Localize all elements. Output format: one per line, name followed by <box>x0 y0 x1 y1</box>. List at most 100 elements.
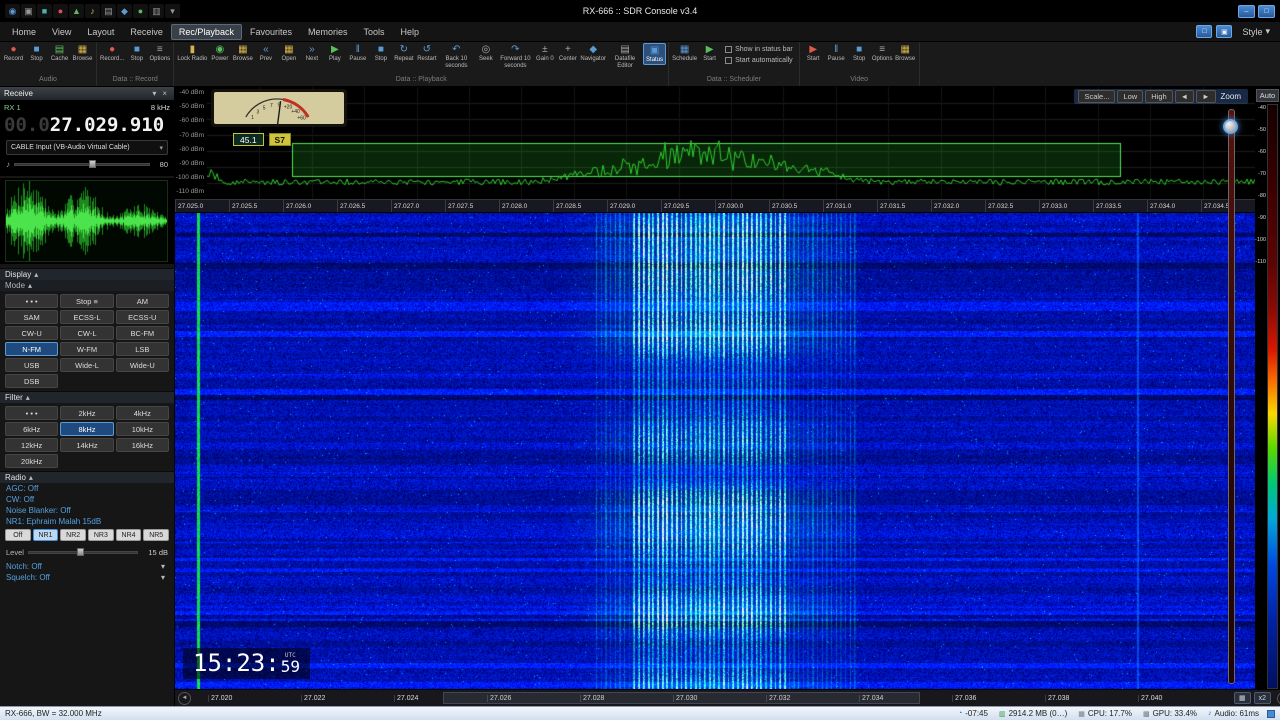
ribbon-button[interactable]: ● Record... <box>99 43 125 63</box>
mode-button[interactable]: USB <box>5 358 59 372</box>
grid-icon[interactable]: ▦ <box>1234 692 1251 704</box>
zoom-slider[interactable] <box>1222 109 1240 684</box>
spectrum-control-button[interactable]: Scale... <box>1078 90 1116 103</box>
layout-preset-icon[interactable]: □ <box>1196 25 1213 38</box>
filter-button[interactable]: 4kHz <box>115 406 169 420</box>
frequency-display[interactable]: 00.027.029.910 <box>4 113 170 137</box>
ribbon-button[interactable]: ▣ Status <box>643 43 667 65</box>
ribbon-button[interactable]: ▦ Browse <box>231 43 254 63</box>
filter-button[interactable]: 6kHz <box>5 422 59 436</box>
menu-tab[interactable]: Memories <box>300 24 356 40</box>
ribbon-button[interactable]: ■ Stop <box>848 43 871 63</box>
section-expand-icon[interactable]: ▴ <box>26 473 36 482</box>
ribbon-button[interactable]: ▦ Schedule <box>671 43 698 63</box>
filter-button[interactable]: 14kHz <box>60 438 114 452</box>
menu-tab[interactable]: Help <box>393 24 428 40</box>
zoom-slider-knob[interactable] <box>1223 119 1238 134</box>
squelch-link[interactable]: Squelch: Off ▾ <box>0 572 174 583</box>
menu-tab[interactable]: Tools <box>356 24 393 40</box>
speaker-icon[interactable]: ♪ <box>6 160 10 169</box>
scheduler-checkbox[interactable]: Start automatically <box>725 57 793 64</box>
ribbon-button[interactable]: ■ Stop <box>25 43 48 63</box>
style-button[interactable]: Style ▾ <box>1236 24 1276 39</box>
waterfall-scale-labels[interactable]: 27.020 27.022 27.024 27.026 27.028 27.030 27.0… <box>194 690 1231 706</box>
mode-button[interactable]: LSB <box>115 342 169 356</box>
ribbon-button[interactable]: ▦ Open <box>277 43 300 63</box>
mode-button[interactable]: DSB <box>5 374 59 388</box>
ribbon-button[interactable]: « Prev <box>254 43 277 63</box>
mode-button[interactable]: Wide-L <box>60 358 114 372</box>
volume-slider[interactable] <box>14 159 150 169</box>
radio-setting-link[interactable]: Noise Blanker: Off <box>0 505 174 516</box>
spectrum-control-button[interactable]: ◄ <box>1174 90 1195 103</box>
ribbon-button[interactable]: ▦ Browse <box>894 43 917 63</box>
quick-access-icon[interactable]: ● <box>53 4 68 18</box>
ribbon-button[interactable]: ↻ Repeat <box>392 43 415 63</box>
quick-access-icon[interactable]: ◆ <box>117 4 132 18</box>
ribbon-button[interactable]: + Center <box>556 43 579 63</box>
panel-collapse-icon[interactable]: ▾ <box>149 89 159 98</box>
window-control-button[interactable]: □ <box>1258 4 1275 18</box>
menu-tab[interactable]: View <box>44 24 79 40</box>
quick-access-icon[interactable]: ▾ <box>165 4 180 18</box>
filter-button[interactable]: 10kHz <box>115 422 169 436</box>
mode-section-header[interactable]: Mode ▴ <box>0 280 174 291</box>
spectrum-control-button[interactable]: Low <box>1117 90 1144 103</box>
quick-access-icon[interactable]: ▤ <box>101 4 116 18</box>
zoom-x2-button[interactable]: x2 <box>1253 692 1272 704</box>
ribbon-button[interactable]: ▤ Cache <box>48 43 71 63</box>
mode-button[interactable]: • • • <box>5 294 59 308</box>
ribbon-button[interactable]: ↶ Back 10 seconds <box>438 43 474 69</box>
scheduler-checkbox[interactable]: Show in status bar <box>725 46 793 53</box>
filter-section-header[interactable]: Filter ▴ <box>0 391 174 403</box>
radio-setting-link[interactable]: AGC: Off <box>0 483 174 494</box>
ribbon-button[interactable]: ▮ Lock Radio <box>176 43 208 63</box>
ribbon-button[interactable]: ◆ Navigator <box>579 43 607 63</box>
mode-button[interactable]: AM <box>115 294 169 308</box>
nr-level-slider[interactable] <box>27 547 138 557</box>
mode-button[interactable]: BC-FM <box>115 326 169 340</box>
menu-tab[interactable]: Layout <box>79 24 122 40</box>
mode-button[interactable]: W-FM <box>60 342 114 356</box>
mode-button[interactable]: CW-U <box>5 326 59 340</box>
layout-preset2-icon[interactable]: ▣ <box>1216 25 1233 38</box>
ribbon-button[interactable]: ▶ Play <box>323 43 346 63</box>
ribbon-button[interactable]: ▶ Start <box>698 43 721 63</box>
ribbon-button[interactable]: ≡ Options <box>148 43 171 63</box>
ribbon-button[interactable]: ◉ Power <box>208 43 231 63</box>
ribbon-button[interactable]: ↺ Restart <box>415 43 438 63</box>
scale-scroll-thumb[interactable] <box>442 692 920 704</box>
mode-button[interactable]: N-FM <box>5 342 59 356</box>
notch-link[interactable]: Notch: Off ▾ <box>0 561 174 572</box>
spectrum-control-button[interactable]: High <box>1145 90 1173 103</box>
ribbon-button[interactable]: ‖ Pause <box>825 43 848 63</box>
ribbon-button[interactable]: ▦ Browse <box>71 43 94 63</box>
ribbon-button[interactable]: ■ Stop <box>125 43 148 63</box>
panel-close-icon[interactable]: × <box>159 89 170 98</box>
display-section-header[interactable]: Display ▴ <box>0 268 174 280</box>
quick-access-icon[interactable]: ♪ <box>85 4 100 18</box>
nr-button[interactable]: NR5 <box>143 529 170 541</box>
ribbon-button[interactable]: ● Record <box>2 43 25 63</box>
nr-button[interactable]: NR1 <box>32 529 59 541</box>
radio-section-header[interactable]: Radio ▴ <box>0 471 174 483</box>
filter-button[interactable]: 12kHz <box>5 438 59 452</box>
ribbon-button[interactable]: ≡ Options <box>871 43 894 63</box>
mode-button[interactable]: Wide-U <box>115 358 169 372</box>
ribbon-button[interactable]: ‖ Pause <box>346 43 369 63</box>
waterfall-canvas[interactable] <box>175 213 1255 689</box>
filter-button[interactable]: 2kHz <box>60 406 114 420</box>
audio-input-select[interactable]: CABLE Input (VB-Audio Virtual Cable) ▾ <box>6 140 168 155</box>
section-expand-icon[interactable]: ▴ <box>31 270 41 279</box>
section-expand-icon[interactable]: ▴ <box>25 281 35 290</box>
mode-button[interactable]: ECSS-U <box>115 310 169 324</box>
nr-button[interactable]: NR3 <box>88 529 114 541</box>
palette-gradient[interactable] <box>1267 104 1278 689</box>
ribbon-button[interactable]: ◎ Seek <box>474 43 497 63</box>
nr-button[interactable]: Off <box>5 529 31 541</box>
mode-button[interactable]: CW-L <box>60 326 114 340</box>
mode-button[interactable]: ECSS-L <box>60 310 114 324</box>
mode-button[interactable]: Stop ≡ <box>60 294 114 308</box>
menu-tab[interactable]: Home <box>4 24 44 40</box>
radio-setting-link[interactable]: NR1: Ephraim Malah 15dB <box>0 516 174 527</box>
